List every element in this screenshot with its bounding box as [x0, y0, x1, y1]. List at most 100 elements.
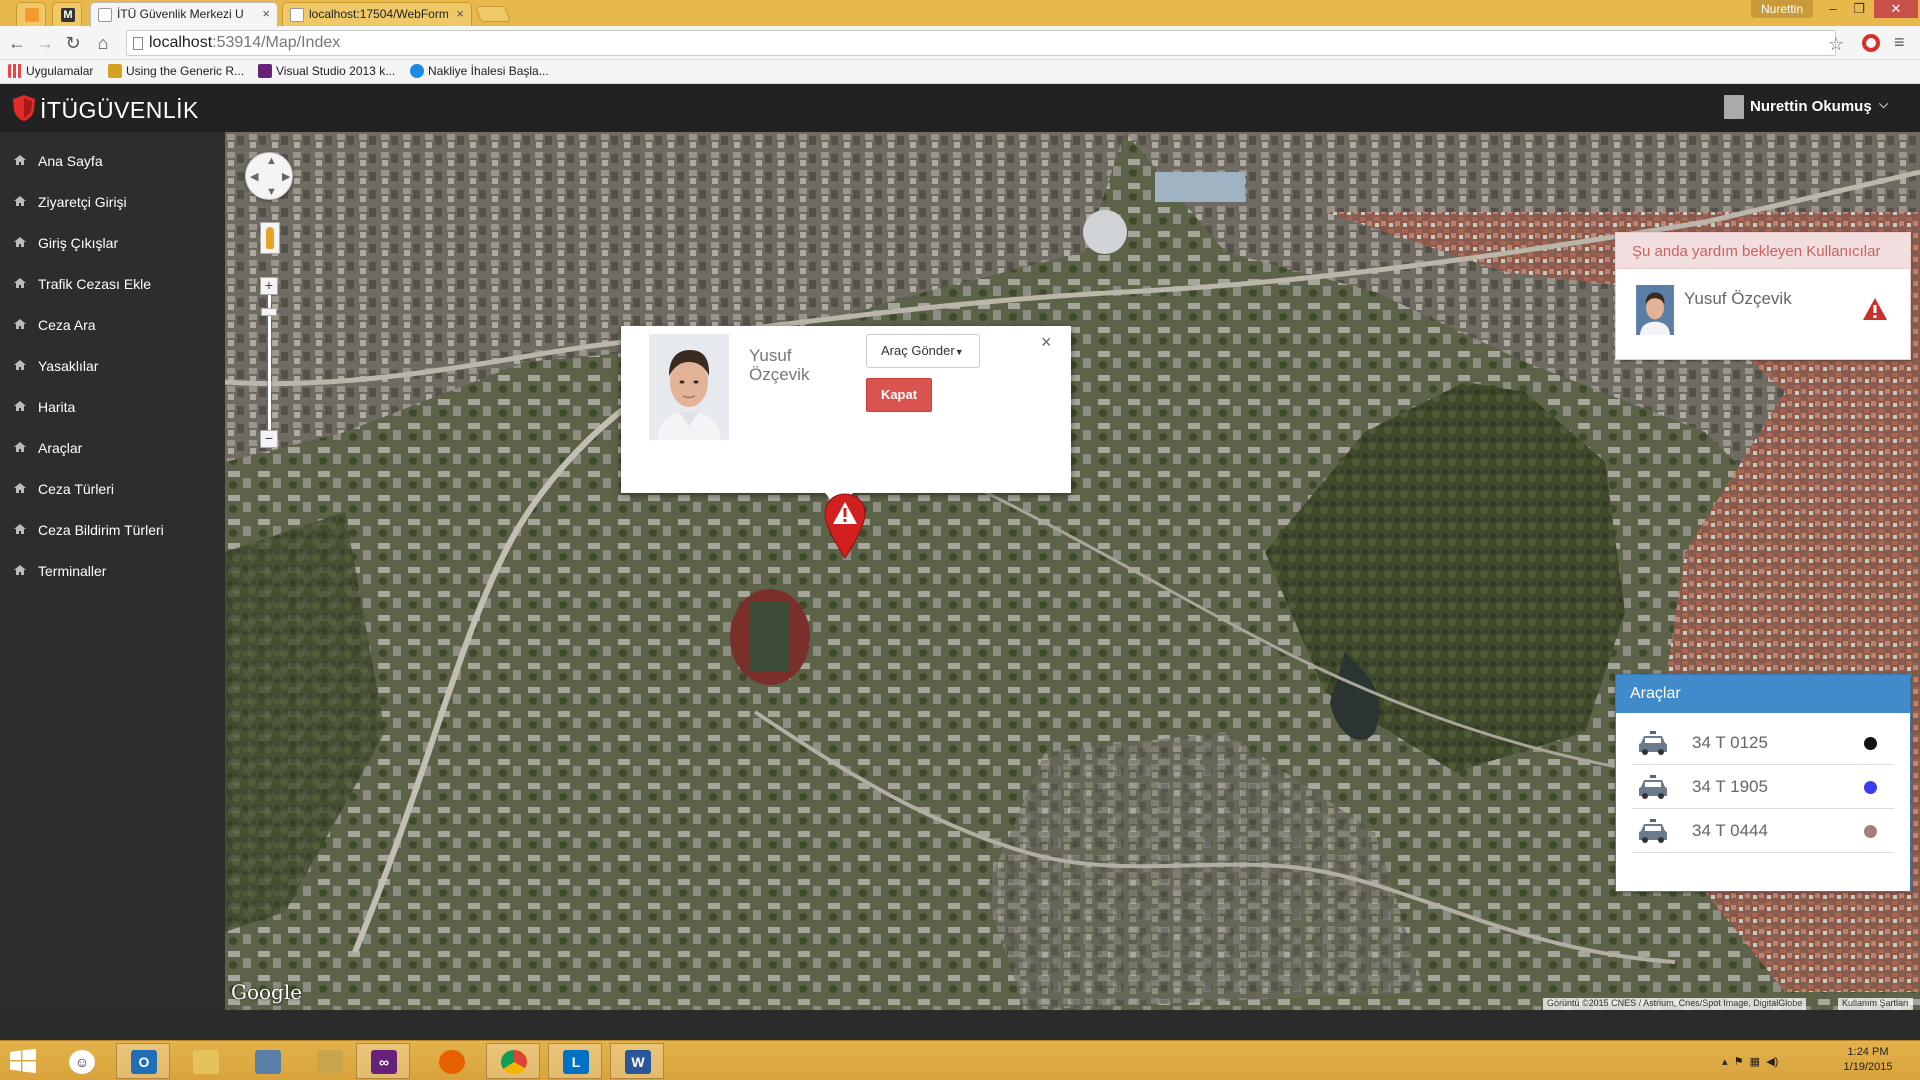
bookmarks-bar: Uygulamalar Using the Generic R... Visua…	[0, 60, 1920, 84]
page-icon	[133, 37, 143, 50]
person-portrait-icon	[649, 334, 729, 440]
sidebar-item-ziyaretci-girisi[interactable]: Ziyaretçi Girişi	[0, 184, 225, 220]
pan-down-icon[interactable]: ▼	[266, 186, 277, 198]
taskbar-clock[interactable]: 1:24 PM 1/19/2015	[1838, 1045, 1898, 1075]
home-icon	[14, 442, 26, 452]
bookmark-label: Uygulamalar	[26, 64, 94, 78]
satellite-map[interactable]: ▲ ▼ ◀ ▶ + − Google Görüntü ©2015 CNES / …	[225, 132, 1920, 1010]
page-icon	[290, 8, 304, 22]
taskbar-word[interactable]: W	[610, 1043, 664, 1079]
vehicle-row[interactable]: 34 T 1905	[1632, 765, 1894, 809]
sidebar-item-yasaklilar[interactable]: Yasaklılar	[0, 348, 225, 384]
waiting-user-name[interactable]: Yusuf Özçevik	[1684, 289, 1792, 309]
new-tab-button[interactable]	[475, 6, 511, 22]
sidebar-item-harita[interactable]: Harita	[0, 389, 225, 425]
volume-icon[interactable]: ◀)	[1766, 1056, 1778, 1068]
sidebar-item-label: Harita	[38, 399, 76, 415]
show-hidden-icons-icon[interactable]: ▴	[1722, 1056, 1728, 1068]
pinned-tab-1[interactable]	[16, 2, 46, 26]
extension-icon[interactable]	[1862, 34, 1880, 52]
taskbar-file-explorer[interactable]	[178, 1043, 232, 1079]
vehicle-plate: 34 T 0444	[1692, 821, 1768, 840]
bookmark-nakliye[interactable]: Nakliye İhalesi Başla...	[410, 64, 549, 78]
bookmark-apps[interactable]: Uygulamalar	[8, 64, 93, 78]
zoom-slider-handle[interactable]	[261, 308, 277, 316]
send-vehicle-label: Araç Gönder	[881, 343, 955, 358]
back-icon[interactable]: ←	[6, 32, 28, 54]
bookmark-favicon	[108, 64, 122, 78]
address-bar-row: ← → ↻ ⌂ localhost:53914/Map/Index ☆ ≡	[0, 26, 1920, 60]
sidebar-item-giris-cikislar[interactable]: Giriş Çıkışlar	[0, 225, 225, 261]
sidebar-item-terminaller[interactable]: Terminaller	[0, 553, 225, 589]
zoom-in-button[interactable]: +	[260, 277, 278, 295]
pinned-tab-icon: M	[61, 8, 75, 22]
bookmark-label: Using the Generic R...	[126, 64, 245, 78]
restore-icon[interactable]: ❐	[1846, 0, 1872, 18]
taskbar-app-4[interactable]	[240, 1043, 294, 1079]
home-icon	[14, 196, 26, 206]
sidebar-item-trafik-cezasi-ekle[interactable]: Trafik Cezası Ekle	[0, 266, 225, 302]
terms-link[interactable]: Kullanım Şartları	[1838, 998, 1913, 1010]
vehicle-color-dot	[1864, 737, 1877, 750]
pan-right-icon[interactable]: ▶	[282, 170, 290, 183]
warning-icon[interactable]	[1862, 297, 1888, 321]
kapat-button[interactable]: Kapat	[866, 378, 932, 412]
vehicle-row[interactable]: 34 T 0125	[1632, 721, 1894, 765]
url-input[interactable]: localhost:53914/Map/Index	[126, 30, 1836, 56]
google-logo[interactable]: Google	[231, 980, 302, 1004]
waiting-user-avatar[interactable]	[1636, 285, 1674, 335]
pan-left-icon[interactable]: ◀	[250, 170, 258, 183]
caret-down-icon: ▼	[954, 347, 964, 357]
shield-icon	[13, 95, 35, 121]
alert-map-marker-icon[interactable]	[823, 492, 867, 562]
taskbar-app-5[interactable]	[302, 1043, 356, 1079]
tab-localhost-webform[interactable]: localhost:17504/WebForm ×	[282, 2, 472, 26]
sidebar-item-araclar[interactable]: Araçlar	[0, 430, 225, 466]
windows-start-icon[interactable]	[10, 1049, 36, 1073]
menu-icon[interactable]: ≡	[1894, 32, 1905, 53]
taskbar-chrome[interactable]	[486, 1043, 540, 1079]
bookmark-visual-studio[interactable]: Visual Studio 2013 k...	[258, 64, 395, 78]
taskbar-lync[interactable]: L	[548, 1043, 602, 1079]
sidebar-item-ceza-turleri[interactable]: Ceza Türleri	[0, 471, 225, 507]
tab-close-icon[interactable]: ×	[262, 6, 270, 21]
taskbar-visual-studio[interactable]: ∞	[356, 1043, 410, 1079]
bookmark-generic-r[interactable]: Using the Generic R...	[108, 64, 244, 78]
clock-date: 1/19/2015	[1843, 1061, 1893, 1073]
smiley-icon: ☺	[69, 1050, 95, 1074]
network-icon[interactable]: ▦	[1750, 1056, 1760, 1068]
sidebar-item-ceza-bildirim-turleri[interactable]: Ceza Bildirim Türleri	[0, 512, 225, 548]
bookmark-star-icon[interactable]: ☆	[1828, 34, 1844, 55]
map-pan-control[interactable]: ▲ ▼ ◀ ▶	[245, 152, 293, 200]
reload-icon[interactable]: ↻	[62, 32, 84, 54]
flag-icon[interactable]: ⚑	[1734, 1056, 1744, 1068]
forward-icon[interactable]: →	[34, 32, 56, 54]
tab-close-icon[interactable]: ×	[456, 6, 464, 21]
pinned-tab-2[interactable]: M	[52, 2, 82, 26]
street-view-pegman-icon[interactable]	[260, 222, 280, 254]
taskbar-firefox[interactable]	[424, 1043, 478, 1079]
waiting-users-panel: Şu anda yardım bekleyen Kullanıcılar Yus…	[1615, 232, 1911, 360]
close-icon[interactable]: ×	[1041, 332, 1052, 353]
close-window-icon[interactable]: ✕	[1874, 0, 1918, 18]
app-header: İTÜGÜVENLİK Nurettin Okumuş ⌵	[0, 84, 1920, 132]
word-icon: W	[625, 1050, 651, 1074]
home-icon[interactable]: ⌂	[92, 32, 114, 54]
outlook-icon: O	[131, 1050, 157, 1074]
sidebar-item-ceza-ara[interactable]: Ceza Ara	[0, 307, 225, 343]
browser-user-badge[interactable]: Nurettin	[1751, 0, 1814, 18]
system-tray[interactable]: ▴ ⚑ ▦ ◀)	[1722, 1055, 1778, 1068]
taskbar-messenger[interactable]: ☺	[54, 1043, 108, 1079]
tab-itu-guvenlik[interactable]: İTÜ Güvenlik Merkezi U ×	[90, 2, 278, 27]
vehicle-row[interactable]: 34 T 0444	[1632, 809, 1894, 853]
minimize-icon[interactable]: –	[1820, 0, 1846, 18]
map-attribution: Görüntü ©2015 CNES / Astrium, Cnes/Spot …	[1543, 998, 1807, 1010]
zoom-out-button[interactable]: −	[260, 430, 278, 448]
pan-up-icon[interactable]: ▲	[266, 155, 277, 167]
sidebar-item-ana-sayfa[interactable]: Ana Sayfa	[0, 143, 225, 179]
ie-icon	[410, 64, 424, 78]
taskbar-outlook[interactable]: O	[116, 1043, 170, 1079]
home-icon	[14, 278, 26, 288]
lync-icon: L	[563, 1050, 589, 1074]
send-vehicle-dropdown[interactable]: Araç Gönder▼	[866, 334, 980, 368]
